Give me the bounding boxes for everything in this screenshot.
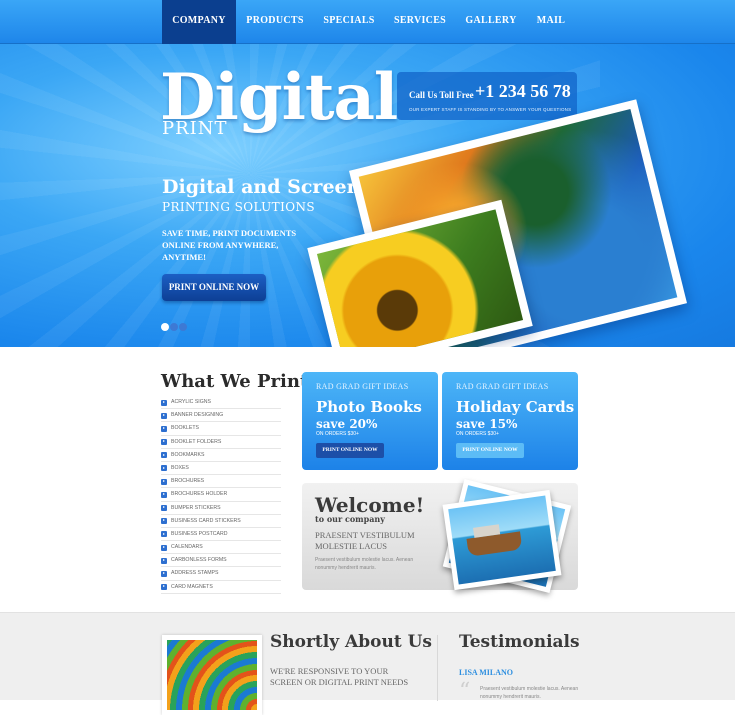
print-category-label: BUSINESS CARD STICKERS [171,517,241,524]
print-category-item[interactable]: BUMPER STICKERS [161,502,281,515]
print-category-item[interactable]: BUSINESS POSTCARD [161,528,281,542]
hero-banner: Digital PRINT Call Us Toll Free +1 234 5… [0,44,735,347]
nav-products[interactable]: PRODUCTS [240,0,310,44]
print-category-item[interactable]: BOOKLETS [161,422,281,436]
slider-dot-3[interactable] [179,323,187,331]
about-text: WE'RE RESPONSIVE TO YOUR SCREEN OR DIGIT… [270,666,409,687]
arrow-bullet-icon [161,399,167,406]
hero-headline: Digital and Screen [162,176,361,198]
print-category-label: CARD MAGNETS [171,583,213,590]
arrow-bullet-icon [161,491,167,498]
about-thumbnail [162,635,262,715]
promo-save: save 20% [316,417,378,431]
nav-company[interactable]: COMPANY [162,0,236,44]
what-we-print-title: What We Print [161,371,309,392]
print-category-item[interactable]: CARBONLESS FORMS [161,554,281,568]
slider-dot-1[interactable] [161,323,169,331]
about-title: Shortly About Us [270,632,432,652]
call-number[interactable]: +1 234 56 78 [475,81,571,102]
print-category-label: BOXES [171,464,189,471]
print-category-item[interactable]: BANNER DESIGNING [161,409,281,423]
print-category-item[interactable]: BOXES [161,462,281,476]
nav-mail[interactable]: MAIL [526,0,576,44]
section-divider [437,635,438,701]
arrow-bullet-icon [161,452,167,459]
welcome-heading: PRAESENT VESTIBULUM MOLESTIE LACUS [315,530,415,551]
print-category-item[interactable]: ACRYLIC SIGNS [161,396,281,410]
arrow-bullet-icon [161,518,167,525]
arrow-bullet-icon [161,465,167,472]
slider-pagination [161,318,188,336]
arrow-bullet-icon [161,557,167,564]
welcome-photo-boat [442,489,562,591]
print-category-item[interactable]: BROCHURES [161,475,281,489]
arrow-bullet-icon [161,584,167,591]
welcome-subtitle: to our company [315,514,385,524]
print-category-label: BOOKLET FOLDERS [171,438,222,445]
what-we-print-list: ACRYLIC SIGNS BANNER DESIGNING BOOKLETS BOO… [161,396,281,594]
print-category-label: CARBONLESS FORMS [171,557,227,564]
bottom-section: Shortly About Us WE'RE RESPONSIVE TO YOU… [0,612,735,715]
main-navigation: COMPANY PRODUCTS SPECIALS SERVICES GALLE… [0,0,735,44]
print-category-label: BROCHURES [171,478,205,485]
print-category-item[interactable]: BOOKLET FOLDERS [161,436,281,449]
print-category-item[interactable]: CALENDARS [161,541,281,555]
testimonial-author[interactable]: LISA MILANO [459,668,513,677]
print-category-label: BOOKMARKS [171,451,205,458]
arrow-bullet-icon [161,478,167,485]
print-category-label: BUSINESS POSTCARD [171,530,228,537]
promo-holiday-cards[interactable]: RAD GRAD GIFT IDEAS Holiday Cards save 1… [442,372,578,470]
hero-subheadline: PRINTING SOLUTIONS [162,200,315,214]
arrow-bullet-icon [161,531,167,538]
arrow-bullet-icon [161,425,167,432]
print-category-item[interactable]: BUSINESS CARD STICKERS [161,515,281,528]
print-category-label: BUMPER STICKERS [171,504,221,511]
print-category-label: BANNER DESIGNING [171,412,224,419]
arrow-bullet-icon [161,544,167,551]
print-category-label: BOOKLETS [171,425,199,432]
promo-title: Photo Books [316,398,422,416]
print-category-item[interactable]: BROCHURES HOLDER [161,488,281,502]
print-category-label: ADDRESS STAMPS [171,570,219,577]
welcome-box: Welcome! to our company PRAESENT VESTIBU… [302,479,578,593]
logo-subtitle: PRINT [162,118,228,139]
slider-dot-2[interactable] [170,323,178,331]
nav-services[interactable]: SERVICES [388,0,452,44]
promo-title: Holiday Cards [456,398,575,416]
print-category-label: BROCHURES HOLDER [171,491,228,498]
print-online-button[interactable]: PRINT ONLINE NOW [162,274,266,301]
promo-tag: RAD GRAD GIFT IDEAS [456,382,549,391]
testimonial-text: Praesent vestibulum molestie lacus. Aene… [480,686,579,700]
promo-print-button[interactable]: PRINT ONLINE NOW [316,443,384,458]
print-category-item[interactable]: ADDRESS STAMPS [161,567,281,581]
hero-text: SAVE TIME, PRINT DOCUMENTS ONLINE FROM A… [162,228,297,262]
promo-orders: ON ORDERS $30+ [456,431,499,437]
print-category-item[interactable]: CARD MAGNETS [161,581,281,594]
print-category-label: CALENDARS [171,544,203,551]
arrow-bullet-icon [161,439,167,446]
arrow-bullet-icon [161,570,167,577]
promo-photo-books[interactable]: RAD GRAD GIFT IDEAS Photo Books save 20%… [302,372,438,470]
nav-gallery[interactable]: GALLERY [456,0,526,44]
promo-orders: ON ORDERS $30+ [316,431,359,437]
quote-icon: “ [459,679,471,704]
print-category-label: ACRYLIC SIGNS [171,399,211,405]
promo-save: save 15% [456,417,518,431]
promo-print-button[interactable]: PRINT ONLINE NOW [456,443,524,458]
arrow-bullet-icon [161,412,167,419]
call-note: OUR EXPERT STAFF IS STANDING BY TO ANSWE… [409,107,572,112]
welcome-text: Praesent vestibulum molestie lacus. Aene… [315,557,414,571]
promo-tag: RAD GRAD GIFT IDEAS [316,382,409,391]
arrow-bullet-icon [161,505,167,511]
call-box: Call Us Toll Free +1 234 56 78 OUR EXPER… [397,72,577,120]
nav-specials[interactable]: SPECIALS [314,0,384,44]
print-category-item[interactable]: BOOKMARKS [161,449,281,462]
testimonials-title: Testimonials [459,632,580,652]
call-label: Call Us Toll Free [409,90,474,100]
